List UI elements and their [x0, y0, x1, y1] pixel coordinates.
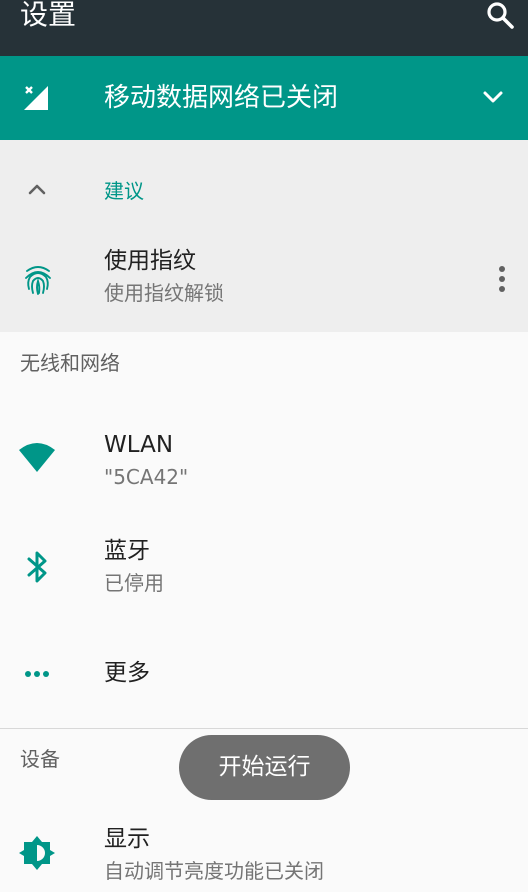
page-title: 设置	[20, 0, 77, 31]
suggestions-label: 建议	[104, 179, 144, 203]
banner-title: 移动数据网络已关闭	[104, 83, 339, 113]
category-device: 设备	[20, 747, 60, 771]
more-vert-icon[interactable]	[488, 262, 516, 296]
search-icon	[487, 2, 514, 29]
display-title: 显示	[104, 826, 150, 852]
suggestion-title: 使用指纹	[104, 248, 196, 274]
settings-item-bluetooth[interactable]: 蓝牙 已停用	[0, 512, 528, 620]
app-bar: 设置	[0, 0, 528, 56]
section-divider	[0, 728, 528, 729]
settings-item-wlan[interactable]: WLAN "5CA42"	[0, 404, 528, 512]
fingerprint-icon	[25, 266, 51, 295]
suggestion-subtitle: 使用指纹解锁	[104, 281, 224, 305]
chevron-up-icon	[28, 184, 46, 195]
suggestions-section: 建议 使用指纹 使用指纹解锁	[0, 140, 528, 332]
wifi-icon	[19, 443, 55, 472]
display-subtitle: 自动调节亮度功能已关闭	[104, 859, 324, 883]
brightness-icon	[19, 836, 55, 870]
bluetooth-title: 蓝牙	[104, 538, 150, 564]
settings-item-display[interactable]: 显示 自动调节亮度功能已关闭	[0, 800, 528, 892]
bluetooth-icon	[27, 551, 47, 583]
more-horiz-icon	[25, 671, 49, 677]
search-button[interactable]	[482, 0, 518, 32]
toast-message: 开始运行	[179, 735, 350, 800]
suggestions-header[interactable]: 建议	[0, 140, 528, 230]
settings-item-more[interactable]: 更多	[0, 620, 528, 728]
more-title: 更多	[104, 660, 150, 686]
bluetooth-subtitle: 已停用	[104, 571, 164, 595]
category-wireless-networks: 无线和网络	[20, 351, 120, 375]
wlan-title: WLAN	[104, 432, 174, 458]
wlan-subtitle: "5CA42"	[104, 465, 189, 489]
mobile-data-off-icon	[24, 86, 48, 110]
suggestion-item-fingerprint[interactable]: 使用指纹 使用指纹解锁	[0, 232, 528, 332]
mobile-data-banner[interactable]: 移动数据网络已关闭	[0, 56, 528, 140]
chevron-down-icon[interactable]	[480, 84, 506, 110]
